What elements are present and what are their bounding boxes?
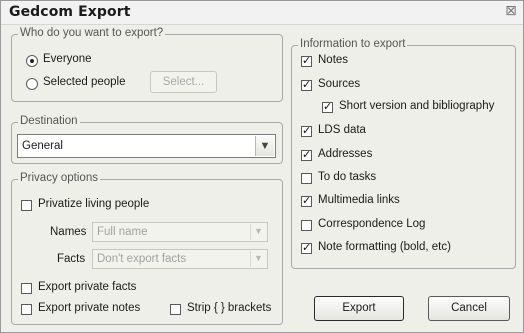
- title-bar: Gedcom Export ⊠: [1, 1, 523, 25]
- correspondence-log-checkbox[interactable]: [301, 220, 312, 231]
- note-formatting-label[interactable]: Note formatting (bold, etc): [318, 241, 451, 253]
- names-select[interactable]: Full name ▼: [92, 222, 268, 242]
- destination-group: Destination General ▼: [11, 115, 283, 164]
- destination-legend: Destination: [18, 115, 80, 127]
- multimedia-links-label[interactable]: Multimedia links: [318, 194, 400, 206]
- selected-people-radio[interactable]: [26, 78, 38, 90]
- chevron-down-icon[interactable]: ▼: [255, 136, 274, 156]
- short-version-label[interactable]: Short version and bibliography: [339, 100, 494, 112]
- note-formatting-checkbox[interactable]: [301, 241, 312, 254]
- information-to-export-group: Information to export Notes Sources Shor…: [291, 38, 516, 269]
- names-label: Names: [50, 226, 87, 238]
- sources-checkbox[interactable]: [301, 78, 312, 91]
- facts-value: Don't export facts: [97, 253, 187, 265]
- strip-brackets-checkbox[interactable]: [170, 304, 181, 315]
- facts-select[interactable]: Don't export facts ▼: [92, 249, 268, 269]
- strip-brackets-label[interactable]: Strip { } brackets: [187, 302, 271, 314]
- lds-data-label[interactable]: LDS data: [318, 124, 366, 136]
- notes-label[interactable]: Notes: [318, 54, 348, 66]
- addresses-checkbox[interactable]: [301, 148, 312, 161]
- everyone-label[interactable]: Everyone: [43, 53, 92, 65]
- export-private-notes-label[interactable]: Export private notes: [38, 302, 140, 314]
- cancel-button[interactable]: Cancel: [428, 296, 510, 321]
- destination-select[interactable]: General ▼: [17, 134, 276, 158]
- correspondence-log-label[interactable]: Correspondence Log: [318, 218, 425, 230]
- export-private-facts-label[interactable]: Export private facts: [38, 281, 136, 293]
- notes-checkbox[interactable]: [301, 54, 312, 67]
- privacy-options-legend: Privacy options: [18, 172, 100, 184]
- everyone-radio[interactable]: [26, 55, 38, 67]
- to-do-tasks-label[interactable]: To do tasks: [318, 171, 376, 183]
- sources-label[interactable]: Sources: [318, 78, 360, 90]
- to-do-tasks-checkbox[interactable]: [301, 173, 312, 184]
- multimedia-links-checkbox[interactable]: [301, 194, 312, 207]
- information-to-export-legend: Information to export: [298, 38, 408, 50]
- chevron-down-icon[interactable]: ▼: [250, 251, 266, 267]
- destination-value: General: [22, 140, 63, 152]
- dialog-title: Gedcom Export: [9, 4, 131, 20]
- close-icon[interactable]: ⊠: [504, 4, 518, 18]
- privatize-living-label[interactable]: Privatize living people: [38, 198, 149, 210]
- short-version-checkbox[interactable]: [322, 100, 333, 113]
- facts-label: Facts: [57, 253, 86, 265]
- select-people-button[interactable]: Select...: [150, 71, 217, 93]
- addresses-label[interactable]: Addresses: [318, 148, 372, 160]
- privatize-living-checkbox[interactable]: [21, 200, 32, 211]
- export-private-facts-checkbox[interactable]: [21, 283, 32, 294]
- who-to-export-legend: Who do you want to export?: [18, 27, 166, 39]
- chevron-down-icon[interactable]: ▼: [250, 224, 266, 240]
- export-private-notes-checkbox[interactable]: [21, 304, 32, 315]
- who-to-export-group: Who do you want to export? Everyone Sele…: [11, 27, 283, 102]
- export-button[interactable]: Export: [314, 296, 404, 321]
- names-value: Full name: [97, 226, 148, 238]
- gedcom-export-dialog: Gedcom Export ⊠ Who do you want to expor…: [0, 0, 524, 333]
- privacy-options-group: Privacy options Privatize living people …: [11, 172, 283, 325]
- lds-data-checkbox[interactable]: [301, 124, 312, 137]
- selected-people-label[interactable]: Selected people: [43, 76, 125, 88]
